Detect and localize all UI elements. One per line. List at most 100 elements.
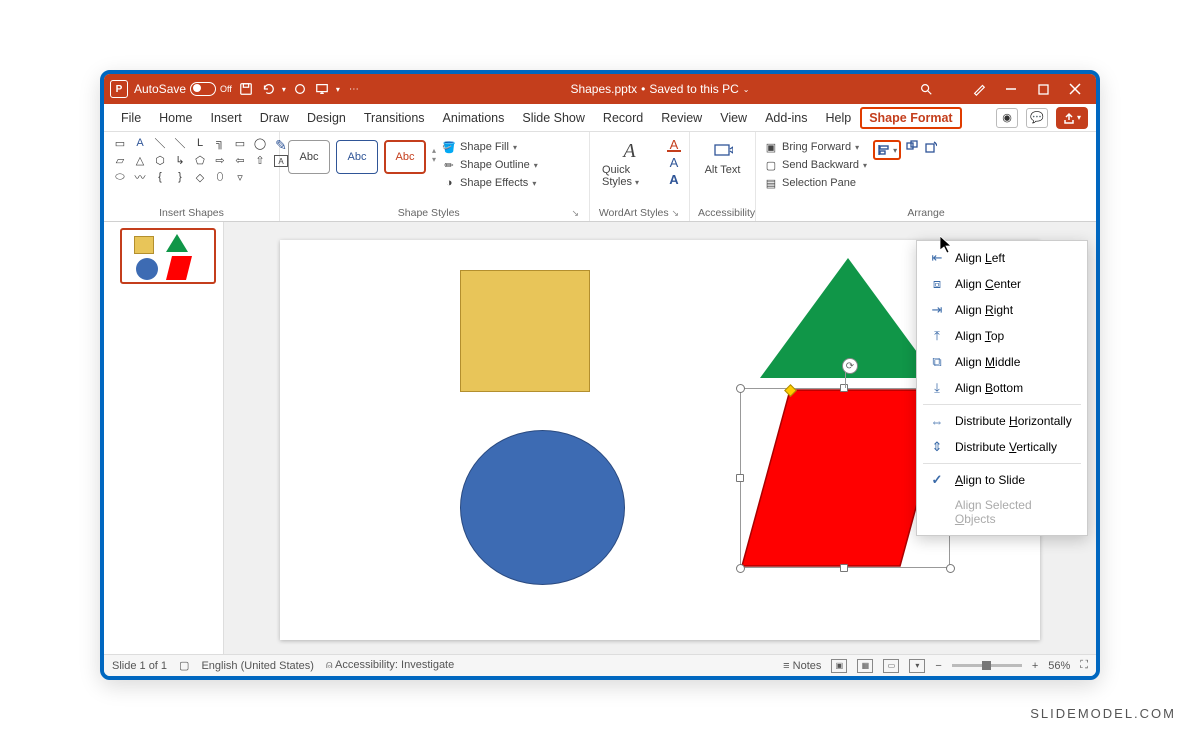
notes-button[interactable]: ≡ Notes — [783, 660, 821, 672]
comments-icon[interactable]: 💬 — [1026, 108, 1048, 128]
tab-slideshow[interactable]: Slide Show — [513, 104, 594, 131]
align-top-icon: ⤒ — [929, 328, 945, 344]
tab-file[interactable]: File — [112, 104, 150, 131]
send-backward-button[interactable]: ▢Send Backward▾ — [764, 158, 867, 172]
minimize-button[interactable] — [1002, 80, 1020, 98]
menu-distribute-vertically[interactable]: ⇕Distribute Vertically — [917, 434, 1087, 460]
style-gallery-more-icon[interactable]: ▴▾ — [432, 136, 436, 174]
zoom-out-button[interactable]: − — [935, 660, 941, 672]
sorter-view-icon[interactable]: ▦ — [857, 659, 873, 673]
close-button[interactable] — [1066, 80, 1084, 98]
rotate-icon[interactable] — [923, 140, 937, 154]
ribbon-group-accessibility: Alt Text Accessibility — [690, 132, 756, 221]
menu-align-right[interactable]: ⇥Align Right — [917, 297, 1087, 323]
effects-icon: ◑ — [442, 176, 456, 190]
menu-align-middle[interactable]: ⧉Align Middle — [917, 349, 1087, 375]
language-status[interactable]: English (United States) — [201, 660, 314, 672]
shape-circle[interactable] — [460, 430, 625, 585]
tab-draw[interactable]: Draw — [251, 104, 298, 131]
maximize-button[interactable] — [1034, 80, 1052, 98]
dialog-launcher-wordart-icon[interactable]: ↘ — [669, 208, 681, 219]
style-swatch-3[interactable]: Abc — [384, 140, 426, 174]
accessibility-status[interactable]: ⍝ Accessibility: Investigate — [326, 659, 454, 672]
tab-addins[interactable]: Add-ins — [756, 104, 816, 131]
tab-shape-format[interactable]: Shape Format — [860, 107, 961, 129]
tab-animations[interactable]: Animations — [434, 104, 514, 131]
share-button[interactable]: ▾ — [1056, 107, 1088, 129]
align-middle-icon: ⧉ — [929, 354, 945, 370]
shape-effects-button[interactable]: ◑Shape Effects▾ — [442, 176, 538, 190]
reading-view-icon[interactable]: ▭ — [883, 659, 899, 673]
dist-h-icon: ⇔ — [929, 413, 945, 429]
app-window: P AutoSave Off ▾ ▾ ⋯ Shapes.pptx • Saved… — [100, 70, 1100, 680]
zoom-in-button[interactable]: + — [1032, 660, 1038, 672]
tab-view[interactable]: View — [711, 104, 756, 131]
quick-styles-button[interactable]: A Quick Styles ▾ — [598, 136, 661, 188]
menu-separator — [923, 404, 1081, 405]
style-swatch-2[interactable]: Abc — [336, 140, 378, 174]
selection-pane-button[interactable]: ▤Selection Pane — [764, 176, 867, 190]
selection-handle[interactable] — [736, 564, 745, 573]
fit-to-window-icon[interactable]: ⛶ — [1080, 659, 1088, 672]
slide-thumbnail-1[interactable] — [120, 228, 216, 284]
style-swatch-1[interactable]: Abc — [288, 140, 330, 174]
title-dropdown-icon[interactable]: ⌄ — [743, 85, 750, 94]
tab-help[interactable]: Help — [816, 104, 860, 131]
shape-rectangle[interactable] — [460, 270, 590, 392]
menu-align-to-slide[interactable]: ✓Align to Slide — [917, 467, 1087, 493]
tab-record[interactable]: Record — [594, 104, 652, 131]
selection-handle[interactable] — [840, 384, 848, 392]
menu-align-bottom[interactable]: ⤓Align Bottom — [917, 375, 1087, 401]
slideshow-view-icon[interactable]: ▾ — [909, 659, 925, 673]
statusbar: Slide 1 of 1 ▢ English (United States) ⍝… — [104, 654, 1096, 676]
group-label-accessibility: Accessibility — [698, 205, 747, 219]
menu-align-center[interactable]: ⧈Align Center — [917, 271, 1087, 297]
shape-fill-button[interactable]: 🪣Shape Fill▾ — [442, 140, 538, 154]
redo-icon[interactable] — [292, 81, 308, 97]
shape-gallery[interactable]: ▭A＼＼L╗▭◯ ▱△⬡↳⬠⇨⇦⇧ ⬭〰{}◇⬯▿ — [112, 136, 268, 184]
text-fill-icon[interactable]: A — [667, 138, 681, 152]
qat-more-icon[interactable]: ⋯ — [346, 81, 362, 97]
group-icon[interactable] — [905, 140, 919, 154]
selection-handle[interactable] — [840, 564, 848, 572]
ribbon: ▭A＼＼L╗▭◯ ▱△⬡↳⬠⇨⇦⇧ ⬭〰{}◇⬯▿ ✎ A Insert Sha… — [104, 132, 1096, 222]
present-dropdown-icon[interactable]: ▾ — [336, 85, 340, 94]
menu-align-top[interactable]: ⤒Align Top — [917, 323, 1087, 349]
undo-dropdown-icon[interactable]: ▾ — [282, 85, 286, 94]
text-outline-icon[interactable]: A — [667, 155, 681, 169]
menu-align-selected-objects: Align Selected Objects — [917, 493, 1087, 531]
align-center-icon: ⧈ — [929, 276, 945, 292]
selection-handle[interactable] — [736, 384, 745, 393]
group-label-insert-shapes: Insert Shapes — [112, 205, 271, 219]
thumbnail-number: 1 — [100, 228, 104, 240]
selection-handle[interactable] — [736, 474, 744, 482]
alt-text-button[interactable]: Alt Text — [701, 136, 745, 176]
tab-transitions[interactable]: Transitions — [355, 104, 434, 131]
rotate-connector — [845, 372, 846, 388]
zoom-slider[interactable] — [952, 664, 1022, 667]
shape-outline-button[interactable]: ✏Shape Outline▾ — [442, 158, 538, 172]
normal-view-icon[interactable]: ▣ — [831, 659, 847, 673]
text-effects-icon[interactable]: A — [667, 172, 681, 186]
menu-distribute-horizontally[interactable]: ⇔Distribute Horizontally — [917, 408, 1087, 434]
notes-icon: ≡ — [783, 660, 789, 672]
spellcheck-icon[interactable]: ▢ — [179, 659, 189, 672]
undo-icon[interactable] — [260, 81, 276, 97]
align-button[interactable]: ▾ — [873, 140, 901, 160]
tab-home[interactable]: Home — [150, 104, 201, 131]
selection-handle[interactable] — [946, 564, 955, 573]
title-sep: • — [641, 82, 645, 96]
tab-insert[interactable]: Insert — [202, 104, 251, 131]
dialog-launcher-icon[interactable]: ↘ — [569, 208, 581, 219]
tab-design[interactable]: Design — [298, 104, 355, 131]
autosave-toggle[interactable]: AutoSave Off — [134, 82, 232, 96]
save-icon[interactable] — [238, 81, 254, 97]
align-right-icon: ⇥ — [929, 302, 945, 318]
bring-forward-button[interactable]: ▣Bring Forward▾ — [764, 140, 867, 154]
tab-review[interactable]: Review — [652, 104, 711, 131]
pen-icon[interactable] — [970, 80, 988, 98]
zoom-level[interactable]: 56% — [1048, 660, 1070, 672]
present-icon[interactable] — [314, 81, 330, 97]
search-icon[interactable] — [918, 81, 934, 97]
record-indicator-icon[interactable]: ◉ — [996, 108, 1018, 128]
